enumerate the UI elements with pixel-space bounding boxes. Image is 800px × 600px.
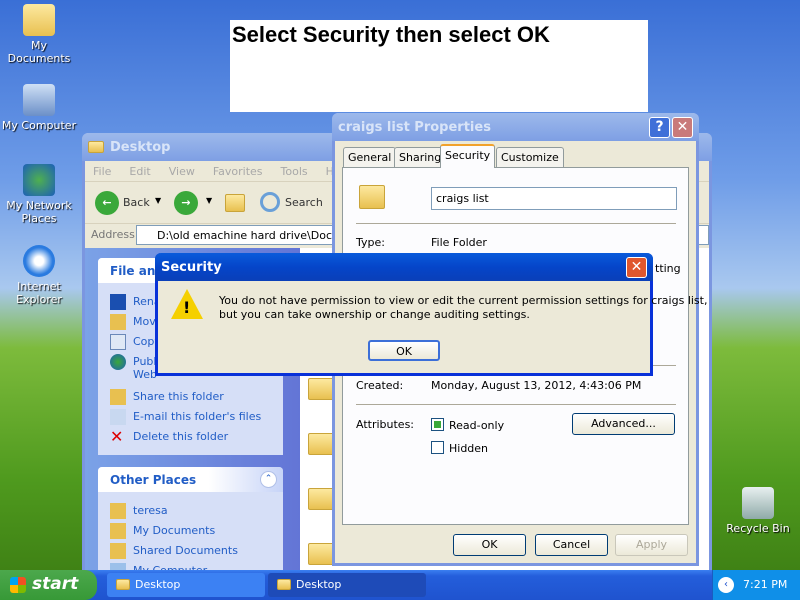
tab-strip: General Sharing Security Customize	[343, 144, 689, 168]
menu-view[interactable]: View	[169, 165, 195, 178]
created-label: Created:	[356, 379, 404, 392]
security-title-bar[interactable]: Security	[155, 253, 653, 281]
show-hidden-icons-button[interactable]: ‹	[718, 577, 734, 593]
desktop-icon-recycle-bin[interactable]: Recycle Bin	[720, 487, 796, 535]
share-icon	[110, 389, 126, 405]
help-button[interactable]: ?	[649, 117, 670, 138]
search-icon	[260, 192, 280, 212]
search-button[interactable]: Search	[285, 196, 323, 209]
address-label: Address	[91, 228, 135, 241]
close-button[interactable]: ✕	[672, 117, 693, 138]
back-dropdown-icon[interactable]: ▼	[155, 196, 161, 205]
place-shared-documents[interactable]: Shared Documents	[133, 544, 238, 557]
back-button[interactable]: Back	[123, 196, 150, 209]
ok-button[interactable]: OK	[453, 534, 526, 556]
clock[interactable]: 7:21 PM	[743, 578, 787, 591]
ok-button[interactable]: OK	[368, 340, 440, 361]
close-button[interactable]: ✕	[626, 257, 647, 278]
folder-icon	[110, 543, 126, 559]
folder-icon	[116, 579, 130, 590]
security-dialog: Security ✕ ! You do not have permission …	[155, 253, 707, 376]
attributes-label: Attributes:	[356, 418, 415, 431]
place-my-documents[interactable]: My Documents	[133, 524, 215, 537]
message-line-2: but you can take ownership or change aud…	[219, 308, 530, 321]
apply-button[interactable]: Apply	[615, 534, 688, 556]
folder-icon	[88, 141, 104, 153]
windows-logo-icon	[10, 577, 26, 593]
tab-sharing[interactable]: Sharing	[394, 147, 447, 167]
menu-file[interactable]: File	[93, 165, 111, 178]
instruction-box: Select Security then select OK	[230, 20, 648, 112]
taskbar: start Desktop Desktop 7:21 PM ‹	[0, 570, 800, 600]
properties-title-bar[interactable]: craigs list Properties	[332, 113, 699, 141]
task-publish-web[interactable]: Web	[133, 368, 157, 381]
created-value: Monday, August 13, 2012, 4:43:06 PM	[431, 379, 642, 392]
back-arrow-icon[interactable]: ←	[95, 191, 119, 215]
folder-icon	[23, 4, 55, 36]
other-places-panel: Other Places ⌃ teresa My Documents Share…	[98, 467, 283, 587]
divider	[356, 404, 676, 405]
divider	[356, 223, 676, 224]
readonly-label: Read-only	[449, 419, 505, 432]
cancel-button[interactable]: Cancel	[535, 534, 608, 556]
place-teresa[interactable]: teresa	[133, 504, 168, 517]
network-icon	[23, 164, 55, 196]
copy-icon	[110, 334, 126, 350]
folder-up-icon[interactable]	[225, 194, 245, 212]
folder-icon	[110, 503, 126, 519]
email-icon	[110, 409, 126, 425]
desktop-icon-internet-explorer[interactable]: Internet Explorer	[1, 245, 77, 306]
move-icon	[110, 314, 126, 330]
tab-customize[interactable]: Customize	[496, 147, 564, 167]
message-line-1: You do not have permission to view or ed…	[219, 294, 708, 307]
tab-security[interactable]: Security	[440, 144, 496, 168]
desktop-icon-my-computer[interactable]: My Computer	[1, 84, 77, 132]
task-share[interactable]: Share this folder	[133, 390, 224, 403]
ie-icon	[23, 245, 55, 277]
desktop-icon-my-network-places[interactable]: My Network Places	[1, 164, 77, 225]
type-label: Type:	[356, 236, 385, 249]
forward-arrow-icon[interactable]: →	[174, 191, 198, 215]
folder-icon	[277, 579, 291, 590]
panel-title[interactable]: Other Places	[98, 467, 283, 492]
folder-icon	[110, 523, 126, 539]
hidden-label: Hidden	[449, 442, 489, 455]
menu-tools[interactable]: Tools	[281, 165, 308, 178]
menu-edit[interactable]: Edit	[129, 165, 150, 178]
delete-icon: ✕	[110, 427, 124, 446]
hidden-checkbox[interactable]	[431, 441, 444, 454]
folder-icon	[359, 185, 385, 209]
publish-icon	[110, 354, 126, 370]
partial-text: tting	[655, 262, 681, 275]
type-value: File Folder	[431, 236, 487, 249]
taskbar-item-desktop[interactable]: Desktop	[107, 573, 265, 597]
tab-general[interactable]: General	[343, 147, 397, 167]
readonly-checkbox[interactable]	[431, 418, 444, 431]
forward-dropdown-icon[interactable]: ▼	[206, 196, 212, 205]
menu-favorites[interactable]: Favorites	[213, 165, 263, 178]
taskbar-item-desktop[interactable]: Desktop	[268, 573, 426, 597]
collapse-icon[interactable]: ⌃	[260, 471, 277, 488]
task-delete[interactable]: Delete this folder	[133, 430, 228, 443]
recycle-bin-icon	[742, 487, 774, 519]
rename-icon	[110, 294, 126, 310]
name-value: craigs list	[436, 192, 489, 205]
warning-icon-mark: !	[183, 298, 191, 317]
advanced-button[interactable]: Advanced...	[572, 413, 675, 435]
computer-icon	[23, 84, 55, 116]
name-input[interactable]: craigs list	[431, 187, 677, 210]
task-email[interactable]: E-mail this folder's files	[133, 410, 261, 423]
desktop-icon-my-documents[interactable]: My Documents	[1, 4, 77, 65]
